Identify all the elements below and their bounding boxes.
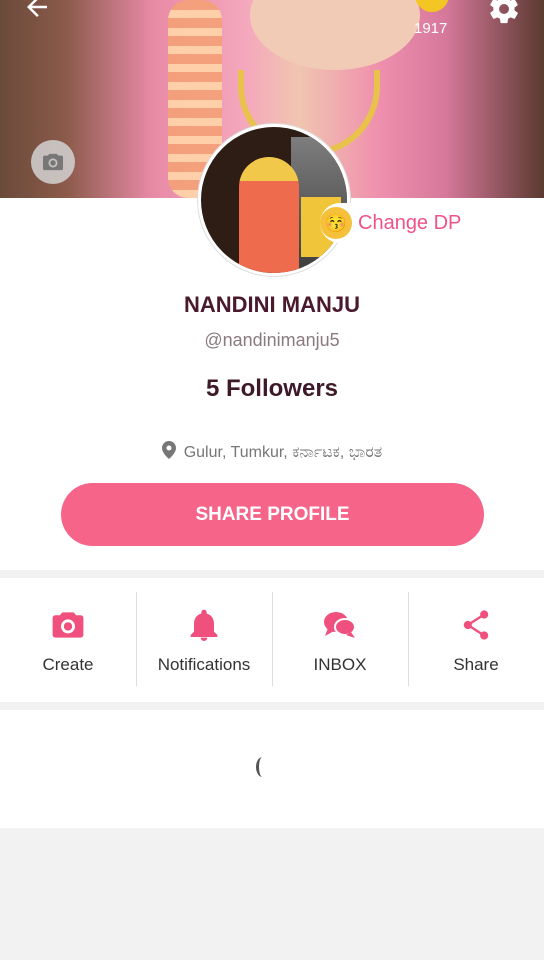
smiley-icon: 😚: [320, 207, 352, 239]
change-dp-label: Change DP: [358, 211, 462, 234]
chat-icon: [323, 605, 357, 645]
feed-loading-card: [0, 710, 544, 828]
share-button[interactable]: Share: [408, 578, 544, 702]
avatar[interactable]: [198, 124, 350, 276]
location-row: Gulur, Tumkur, ಕರ್ನಾಟಕ, ಭಾರತ: [0, 441, 544, 464]
followers-count[interactable]: 5 Followers: [0, 375, 544, 403]
profile-handle: @nandinimanju5: [204, 330, 340, 350]
inbox-label: INBOX: [313, 655, 367, 674]
back-arrow-icon[interactable]: [22, 0, 62, 32]
coin-count: 1917: [414, 20, 448, 37]
action-bar: Create Notifications INBOX Share: [0, 578, 544, 702]
avatar-figure: [239, 157, 299, 273]
bell-icon: [190, 605, 218, 645]
share-label: Share: [453, 655, 499, 674]
change-dp-button[interactable]: 😚 Change DP: [320, 203, 468, 243]
cover-face: [250, 0, 420, 70]
share-icon: [462, 605, 490, 645]
location-pin-icon: [161, 441, 176, 464]
change-cover-camera-icon[interactable]: [31, 140, 75, 184]
profile-name: NANDINI MANJU: [184, 292, 360, 317]
notifications-label: Notifications: [157, 655, 251, 674]
settings-gear-icon[interactable]: [487, 0, 521, 32]
share-profile-button[interactable]: SHARE PROFILE: [61, 483, 484, 546]
location-text: Gulur, Tumkur, ಕರ್ನಾಟಕ, ಭಾರತ: [183, 443, 383, 461]
create-label: Create: [42, 655, 94, 674]
camera-icon: [51, 605, 85, 645]
notifications-button[interactable]: Notifications: [136, 578, 272, 702]
create-button[interactable]: Create: [0, 578, 136, 702]
loading-spinner-icon: [256, 757, 269, 777]
inbox-button[interactable]: INBOX: [272, 578, 408, 702]
